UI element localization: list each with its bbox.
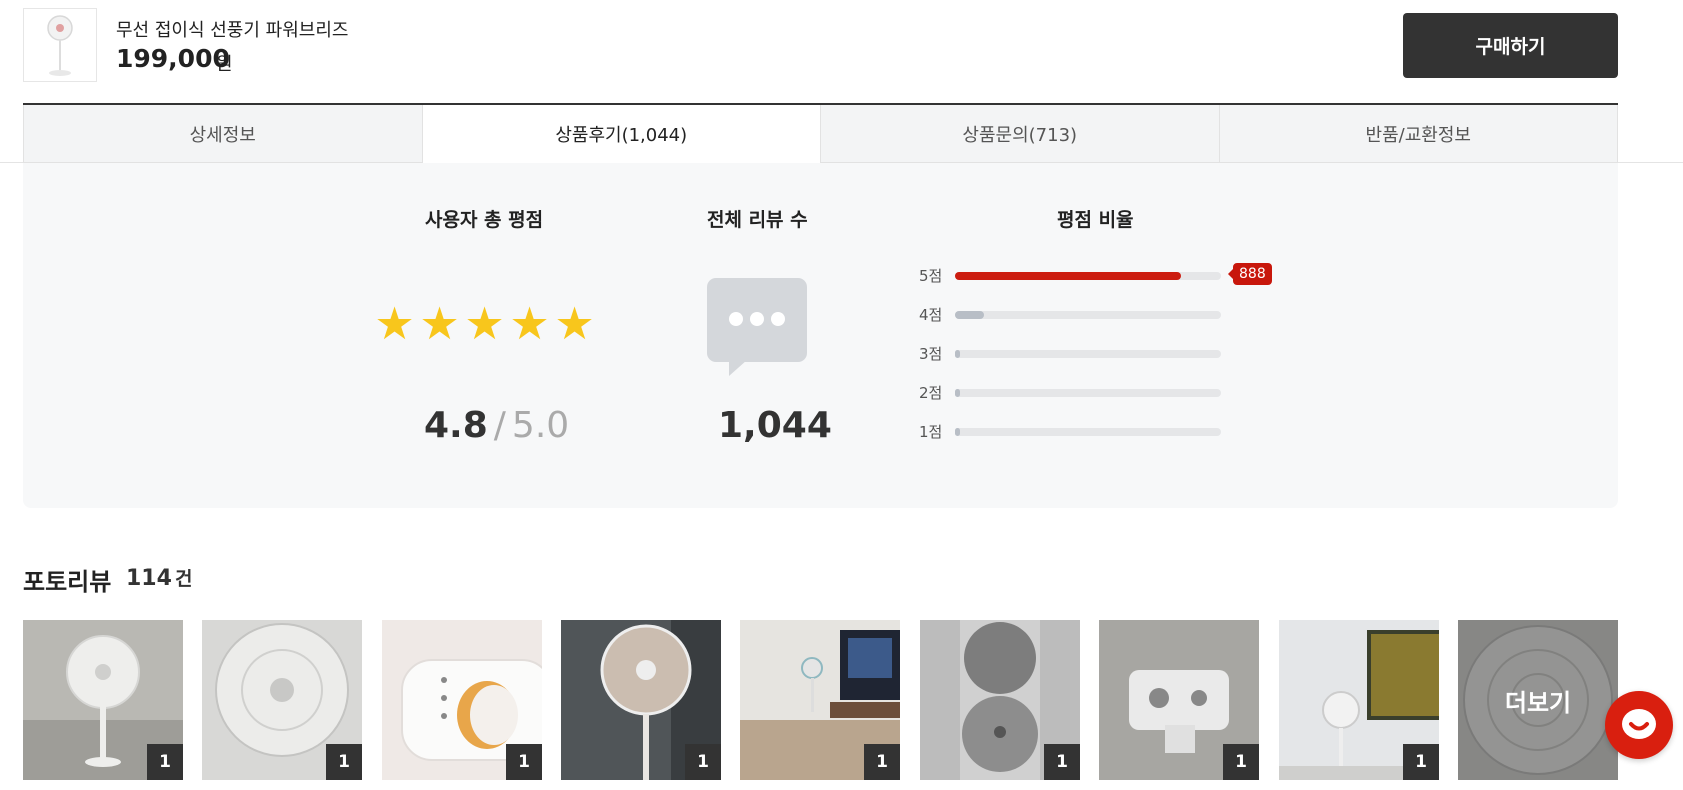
rating-bar-fill bbox=[955, 311, 985, 319]
photo-review-count: 114 건 bbox=[126, 564, 192, 591]
more-label: 더보기 bbox=[1458, 620, 1618, 780]
rating-bar bbox=[955, 311, 1221, 319]
tab-return-exchange[interactable]: 반품/교환정보 bbox=[1218, 105, 1618, 163]
rating-row-4: 4점 bbox=[919, 304, 1299, 324]
rating-row-5: 5점 888 bbox=[919, 263, 1299, 285]
photo-count-badge: 1 bbox=[147, 744, 183, 780]
rating-title: 사용자 총 평점 bbox=[425, 209, 544, 231]
tab-reviews[interactable]: 상품후기(1,044) bbox=[421, 105, 820, 163]
more-photos-button[interactable]: 더보기 bbox=[1458, 620, 1618, 780]
rating-row-1: 1점 bbox=[919, 421, 1299, 441]
photo-count-badge: 1 bbox=[1403, 744, 1439, 780]
rating-bar-fill bbox=[955, 272, 1182, 280]
photo-review-thumbnail[interactable]: 1 bbox=[920, 620, 1080, 780]
photo-count-badge: 1 bbox=[506, 744, 542, 780]
tab-detail-info[interactable]: 상세정보 bbox=[23, 105, 422, 163]
rating-label: 5점 bbox=[919, 267, 943, 285]
score-separator: / bbox=[493, 405, 506, 446]
star-icon: ★ bbox=[509, 297, 550, 350]
star-icon: ★ bbox=[554, 297, 595, 350]
buy-button[interactable]: 구매하기 bbox=[1403, 13, 1618, 78]
chat-icon bbox=[1622, 709, 1656, 739]
star-icon: ★ bbox=[464, 297, 505, 350]
rating-label: 2점 bbox=[919, 384, 943, 402]
speech-bubble-icon bbox=[707, 278, 809, 384]
star-icon: ★ bbox=[419, 297, 460, 350]
photo-review-thumbnail[interactable]: 1 bbox=[740, 620, 900, 780]
price-unit: 원 bbox=[216, 54, 233, 75]
photo-count-badge: 1 bbox=[1223, 744, 1259, 780]
photo-review-thumbnail[interactable]: 1 bbox=[1099, 620, 1259, 780]
rating-bar-fill bbox=[955, 350, 961, 358]
rating-count-badge: 888 bbox=[1228, 263, 1272, 285]
rating-bar bbox=[955, 272, 1221, 280]
total-review-count: 1,044 bbox=[718, 405, 832, 446]
score-max: 5.0 bbox=[511, 405, 570, 446]
photo-count-badge: 1 bbox=[326, 744, 362, 780]
star-icon: ★ bbox=[374, 297, 415, 350]
star-rating: ★ ★ ★ ★ ★ bbox=[372, 301, 597, 346]
rating-row-2: 2점 bbox=[919, 382, 1299, 402]
photo-review-title: 포토리뷰 bbox=[23, 568, 112, 596]
rating-bar-fill bbox=[955, 428, 961, 436]
rating-ratio-title: 평점 비율 bbox=[1057, 209, 1134, 231]
chat-button[interactable] bbox=[1605, 691, 1673, 759]
photo-review-thumbnail[interactable]: 1 bbox=[1279, 620, 1439, 780]
rating-bar bbox=[955, 428, 1221, 436]
photo-count-badge: 1 bbox=[1044, 744, 1080, 780]
rating-label: 1점 bbox=[919, 423, 943, 441]
score-value: 4.8 bbox=[424, 405, 488, 446]
photo-review-thumbnail[interactable]: 1 bbox=[23, 620, 183, 780]
fan-thumbnail-icon bbox=[47, 15, 73, 76]
product-price: 199,000 bbox=[116, 44, 230, 73]
rating-bar bbox=[955, 389, 1221, 397]
photo-count-badge: 1 bbox=[685, 744, 721, 780]
photo-review-thumbnail[interactable]: 1 bbox=[382, 620, 542, 780]
review-summary: 사용자 총 평점 전체 리뷰 수 평점 비율 ★ ★ ★ ★ ★ 4.8/5.0… bbox=[23, 163, 1618, 508]
tab-inquiries[interactable]: 상품문의(713) bbox=[820, 105, 1219, 163]
rating-bar bbox=[955, 350, 1221, 358]
product-name: 무선 접이식 선풍기 파워브리즈 bbox=[116, 20, 349, 41]
photo-count-badge: 1 bbox=[864, 744, 900, 780]
photo-review-thumbnail[interactable]: 1 bbox=[202, 620, 362, 780]
product-thumbnail[interactable] bbox=[23, 8, 97, 82]
review-count-title: 전체 리뷰 수 bbox=[707, 209, 808, 231]
rating-bar-fill bbox=[955, 389, 961, 397]
photo-review-thumbnail[interactable]: 1 bbox=[561, 620, 721, 780]
product-tabs: 상세정보 상품후기(1,044) 상품문의(713) 반품/교환정보 bbox=[23, 103, 1618, 163]
photo-review-list: 1 1 1 1 1 1 1 1 더보기 bbox=[23, 620, 1618, 780]
rating-row-3: 3점 bbox=[919, 343, 1299, 363]
rating-label: 4점 bbox=[919, 306, 943, 324]
rating-label: 3점 bbox=[919, 345, 943, 363]
product-header: 무선 접이식 선풍기 파워브리즈 199,000 원 구매하기 bbox=[0, 0, 1683, 104]
photo-count-value: 114 bbox=[126, 566, 172, 591]
average-score: 4.8/5.0 bbox=[424, 405, 569, 446]
photo-count-unit: 건 bbox=[174, 568, 193, 590]
